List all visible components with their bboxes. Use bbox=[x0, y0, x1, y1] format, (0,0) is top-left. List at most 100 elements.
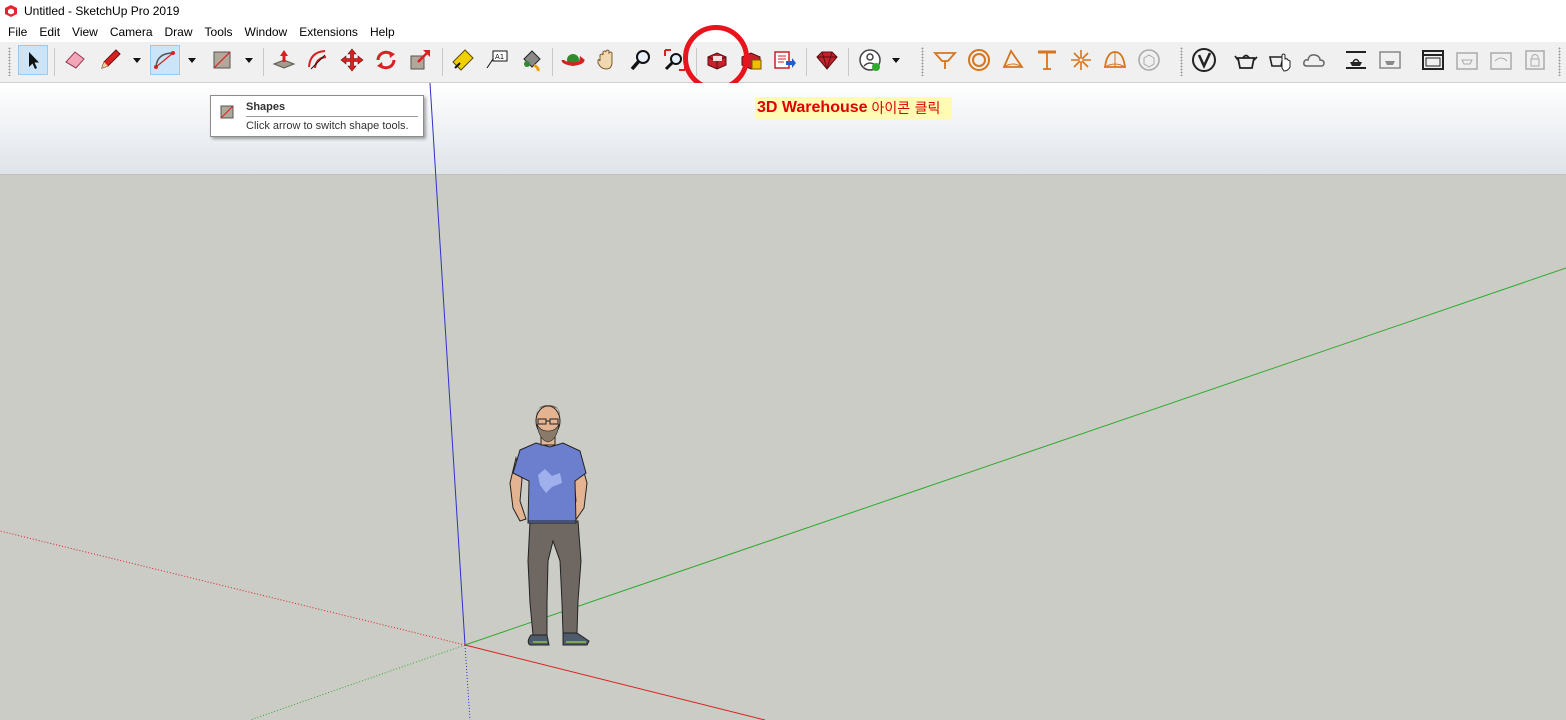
move-tool-button[interactable] bbox=[337, 45, 367, 75]
blue-axis-positive bbox=[429, 83, 466, 646]
sandbox-from-scratch-icon bbox=[968, 49, 990, 71]
red-axis-positive bbox=[464, 644, 766, 720]
send-to-layout-button[interactable] bbox=[770, 45, 800, 75]
vray-cloud-render-icon bbox=[1303, 54, 1325, 67]
tape-measure-tool-button[interactable] bbox=[448, 45, 478, 75]
sketchup-app-icon bbox=[5, 5, 17, 17]
sandbox-from-scratch-button[interactable] bbox=[964, 45, 994, 75]
arc-tool-dropdown[interactable] bbox=[185, 45, 199, 75]
toolbar-separator bbox=[552, 48, 553, 76]
chevron-down-icon bbox=[133, 58, 141, 63]
vray-material-editor-button[interactable] bbox=[1452, 45, 1482, 75]
toolbar-grip[interactable] bbox=[1558, 47, 1561, 76]
green-axis-positive bbox=[464, 267, 1566, 646]
toolbar-grip[interactable] bbox=[1180, 47, 1183, 76]
paint-bucket-tool-icon bbox=[523, 50, 541, 72]
arc-tool-icon bbox=[154, 51, 175, 69]
line-tool-dropdown[interactable] bbox=[130, 45, 144, 75]
vray-render-button[interactable] bbox=[1231, 45, 1261, 75]
pan-tool-icon bbox=[597, 49, 613, 70]
vray-frame-buffer-button[interactable] bbox=[1341, 45, 1371, 75]
annotation-label: 3D Warehouse 아이콘 클릭 bbox=[755, 97, 953, 119]
vray-cloud-render-button[interactable] bbox=[1299, 45, 1329, 75]
sandbox-add-detail-button[interactable] bbox=[1100, 45, 1130, 75]
paint-bucket-tool-button[interactable] bbox=[516, 45, 546, 75]
orbit-tool-button[interactable] bbox=[558, 45, 588, 75]
title-bar: Untitled - SketchUp Pro 2019 bbox=[0, 0, 1566, 22]
sandbox-stamp-button[interactable] bbox=[1032, 45, 1062, 75]
scale-tool-button[interactable] bbox=[405, 45, 435, 75]
pan-tool-button[interactable] bbox=[592, 45, 622, 75]
vray-render-icon bbox=[1234, 54, 1258, 69]
menu-window[interactable]: Window bbox=[239, 22, 294, 42]
account-icon bbox=[859, 49, 881, 71]
sandbox-smoove-button[interactable] bbox=[998, 45, 1028, 75]
sandbox-add-detail-icon bbox=[1103, 51, 1127, 68]
menu-draw[interactable]: Draw bbox=[159, 22, 199, 42]
rotate-tool-icon bbox=[376, 50, 396, 70]
menu-file[interactable]: File bbox=[0, 22, 33, 42]
zoom-tool-button[interactable] bbox=[626, 45, 656, 75]
chevron-down-icon bbox=[892, 58, 900, 63]
window-title: Untitled - SketchUp Pro 2019 bbox=[24, 4, 180, 18]
chevron-down-icon bbox=[188, 58, 196, 63]
vray-material-editor-icon bbox=[1456, 52, 1478, 70]
move-tool-icon bbox=[340, 48, 364, 72]
sandbox-from-contours-button[interactable] bbox=[930, 45, 960, 75]
toolbar-separator bbox=[848, 48, 849, 76]
eraser-tool-button[interactable] bbox=[60, 45, 90, 75]
sandbox-drape-icon bbox=[1071, 50, 1091, 70]
main-toolbar: A1 bbox=[0, 42, 1566, 83]
tooltip-description: Click arrow to switch shape tools. bbox=[246, 120, 409, 132]
line-tool-button[interactable] bbox=[95, 45, 125, 75]
toolbar-grip[interactable] bbox=[921, 47, 924, 76]
offset-tool-button[interactable] bbox=[303, 45, 333, 75]
select-tool-button[interactable] bbox=[18, 45, 48, 75]
shapes-tool-dropdown[interactable] bbox=[242, 45, 256, 75]
zoom-tool-icon bbox=[630, 50, 650, 71]
sandbox-flip-edge-button[interactable] bbox=[1134, 45, 1164, 75]
text-tool-button[interactable]: A1 bbox=[482, 45, 512, 75]
vray-logo-icon bbox=[1192, 48, 1216, 72]
toolbar-separator bbox=[806, 48, 807, 76]
vray-batch-render-button[interactable] bbox=[1375, 45, 1405, 75]
menu-help[interactable]: Help bbox=[364, 22, 401, 42]
sandbox-drape-button[interactable] bbox=[1066, 45, 1096, 75]
vray-lock-button[interactable] bbox=[1520, 45, 1550, 75]
scale-tool-icon bbox=[410, 50, 430, 70]
annotation-rest-text: 아이콘 클릭 bbox=[871, 101, 941, 117]
menu-tools[interactable]: Tools bbox=[199, 22, 239, 42]
arc-tool-button[interactable] bbox=[150, 45, 180, 75]
toolbar-separator bbox=[442, 48, 443, 76]
blue-axis-negative bbox=[464, 644, 471, 720]
eraser-tool-icon bbox=[65, 51, 85, 69]
sandbox-smoove-icon bbox=[1002, 49, 1024, 68]
menu-view[interactable]: View bbox=[66, 22, 104, 42]
menu-camera[interactable]: Camera bbox=[104, 22, 159, 42]
menu-edit[interactable]: Edit bbox=[33, 22, 66, 42]
tape-measure-tool-icon bbox=[452, 49, 474, 71]
push-pull-tool-icon bbox=[272, 50, 296, 69]
extension-manager-button[interactable] bbox=[812, 45, 842, 75]
model-viewport[interactable] bbox=[0, 83, 1566, 720]
offset-tool-icon bbox=[308, 50, 327, 70]
vray-window-button[interactable] bbox=[1418, 45, 1448, 75]
vray-batch-render-icon bbox=[1379, 51, 1401, 69]
rotate-tool-button[interactable] bbox=[371, 45, 401, 75]
tooltip-title: Shapes bbox=[246, 101, 286, 113]
vray-about-button[interactable] bbox=[1189, 45, 1219, 75]
shapes-rectangle-icon bbox=[220, 105, 234, 119]
toolbar-grip[interactable] bbox=[8, 47, 11, 76]
svg-text:A1: A1 bbox=[495, 53, 504, 61]
menu-extensions[interactable]: Extensions bbox=[293, 22, 364, 42]
green-axis-negative bbox=[249, 644, 466, 720]
select-tool-icon bbox=[29, 52, 39, 69]
vray-lights-button[interactable] bbox=[1486, 45, 1516, 75]
shapes-tool-button[interactable] bbox=[207, 45, 237, 75]
push-pull-tool-button[interactable] bbox=[269, 45, 299, 75]
chevron-down-icon bbox=[245, 58, 253, 63]
account-button[interactable] bbox=[855, 45, 885, 75]
account-dropdown[interactable] bbox=[889, 45, 903, 75]
send-to-layout-icon bbox=[774, 51, 796, 69]
vray-interactive-render-button[interactable] bbox=[1265, 45, 1295, 75]
